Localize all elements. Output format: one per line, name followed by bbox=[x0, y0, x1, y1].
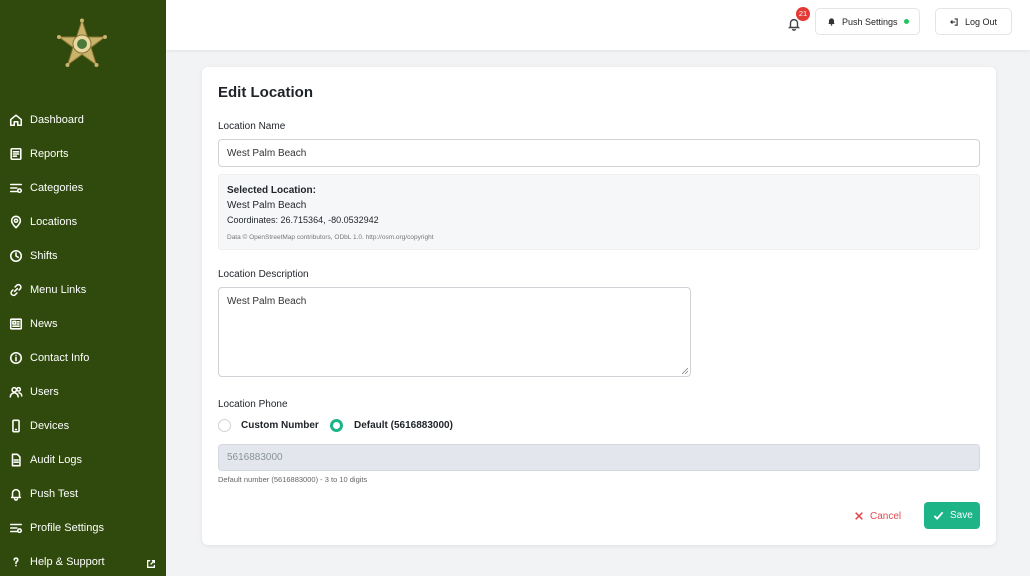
logout-icon bbox=[950, 17, 958, 26]
categories-icon bbox=[9, 181, 23, 195]
sidebar-item-shifts[interactable]: Shifts bbox=[0, 239, 166, 273]
document-icon bbox=[9, 453, 23, 467]
notification-count-badge: 21 bbox=[796, 7, 810, 21]
sidebar-item-contact-info[interactable]: Contact Info bbox=[0, 341, 166, 375]
selected-location-coordinates: Coordinates: 26.715364, -80.0532942 bbox=[227, 215, 379, 225]
sidebar-item-label: Profile Settings bbox=[30, 522, 104, 534]
sidebar: Dashboard Reports Categories Locations S… bbox=[0, 0, 166, 576]
logout-label: Log Out bbox=[965, 16, 998, 27]
sidebar-item-label: Help & Support bbox=[30, 556, 105, 568]
sidebar-item-label: Push Test bbox=[30, 488, 79, 500]
sheriff-star-badge-icon bbox=[54, 18, 110, 74]
location-description-textarea[interactable]: West Palm Beach bbox=[218, 287, 691, 377]
sidebar-item-reports[interactable]: Reports bbox=[0, 137, 166, 171]
custom-number-radio[interactable] bbox=[218, 419, 231, 432]
sidebar-item-push-test[interactable]: Push Test bbox=[0, 477, 166, 511]
logout-button[interactable]: Log Out bbox=[935, 8, 1012, 35]
sidebar-item-profile-settings[interactable]: Profile Settings bbox=[0, 511, 166, 545]
sidebar-item-users[interactable]: Users bbox=[0, 375, 166, 409]
sidebar-item-help-support[interactable]: Help & Support bbox=[0, 545, 166, 576]
save-label: Save bbox=[950, 510, 973, 521]
sidebar-item-news[interactable]: News bbox=[0, 307, 166, 341]
device-icon bbox=[9, 419, 23, 433]
location-phone-input[interactable]: 5616883000 bbox=[218, 444, 980, 471]
page-title: Edit Location bbox=[218, 84, 313, 101]
sidebar-item-label: Shifts bbox=[30, 250, 58, 262]
question-icon bbox=[9, 555, 23, 569]
cancel-button[interactable]: Cancel bbox=[854, 505, 914, 527]
reports-icon bbox=[9, 147, 23, 161]
sidebar-item-label: Audit Logs bbox=[30, 454, 82, 466]
map-pin-icon bbox=[9, 215, 23, 229]
custom-number-label[interactable]: Custom Number bbox=[241, 420, 319, 431]
phone-hint: Default number (5616883000) - 3 to 10 di… bbox=[218, 475, 368, 484]
resize-handle-icon[interactable] bbox=[682, 368, 688, 374]
clock-icon bbox=[9, 249, 23, 263]
location-description-label: Location Description bbox=[218, 269, 309, 280]
sidebar-item-label: Reports bbox=[30, 148, 69, 160]
selected-location-name: West Palm Beach bbox=[227, 200, 307, 211]
location-phone-label: Location Phone bbox=[218, 399, 288, 410]
sidebar-item-label: Users bbox=[30, 386, 59, 398]
save-button[interactable]: Save bbox=[924, 502, 980, 529]
settings-icon bbox=[9, 521, 23, 535]
sidebar-nav: Dashboard Reports Categories Locations S… bbox=[0, 103, 166, 576]
location-description-value: West Palm Beach bbox=[227, 296, 307, 307]
default-number-label[interactable]: Default (5616883000) bbox=[354, 420, 453, 431]
bell-icon bbox=[9, 487, 23, 501]
link-icon bbox=[9, 283, 23, 297]
status-indicator bbox=[903, 19, 909, 24]
location-name-value: West Palm Beach bbox=[227, 147, 307, 159]
sidebar-item-audit-logs[interactable]: Audit Logs bbox=[0, 443, 166, 477]
sidebar-item-dashboard[interactable]: Dashboard bbox=[0, 103, 166, 137]
push-settings-label: Push Settings bbox=[842, 16, 898, 27]
sidebar-item-label: Dashboard bbox=[30, 114, 84, 126]
push-settings-button[interactable]: Push Settings bbox=[815, 8, 920, 35]
check-icon bbox=[933, 511, 944, 521]
sidebar-item-label: Devices bbox=[30, 420, 70, 432]
edit-location-card: Edit Location Location Name West Palm Be… bbox=[202, 67, 996, 545]
default-number-radio[interactable] bbox=[330, 419, 343, 432]
sidebar-item-label: Categories bbox=[30, 182, 84, 194]
bell-icon bbox=[828, 18, 835, 26]
map-attribution: Data © OpenStreetMap contributors, ODbL … bbox=[227, 234, 434, 241]
sidebar-item-label: Locations bbox=[30, 216, 78, 228]
location-phone-value: 5616883000 bbox=[227, 452, 283, 463]
sidebar-item-menu-links[interactable]: Menu Links bbox=[0, 273, 166, 307]
cancel-label: Cancel bbox=[870, 510, 902, 522]
sidebar-item-categories[interactable]: Categories bbox=[0, 171, 166, 205]
external-link-icon bbox=[146, 556, 156, 568]
selected-location-heading: Selected Location: bbox=[227, 185, 316, 196]
sidebar-item-label: News bbox=[30, 318, 58, 330]
selected-location-panel: Selected Location: West Palm Beach Coord… bbox=[218, 174, 980, 250]
location-name-label: Location Name bbox=[218, 121, 286, 132]
notifications-button[interactable]: 21 bbox=[787, 7, 810, 32]
info-icon bbox=[9, 351, 23, 365]
sidebar-item-locations[interactable]: Locations bbox=[0, 205, 166, 239]
top-bar: 21 Push Settings Log Out bbox=[166, 0, 1030, 50]
close-icon bbox=[855, 512, 863, 520]
sidebar-item-devices[interactable]: Devices bbox=[0, 409, 166, 443]
sidebar-item-label: Contact Info bbox=[30, 352, 90, 364]
home-icon bbox=[9, 113, 23, 127]
newspaper-icon bbox=[9, 317, 23, 331]
sidebar-item-label: Menu Links bbox=[30, 284, 87, 296]
users-icon bbox=[9, 385, 23, 399]
location-name-input[interactable]: West Palm Beach bbox=[218, 139, 980, 167]
